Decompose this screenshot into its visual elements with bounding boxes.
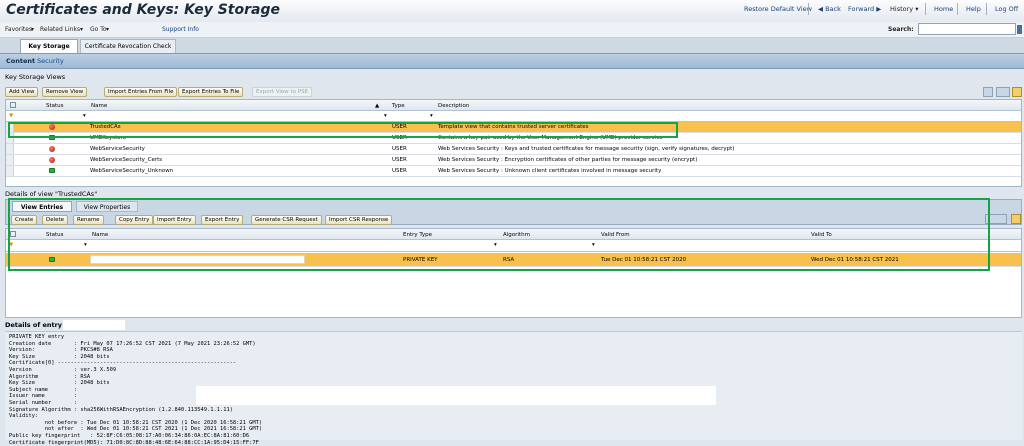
restore-default-view-link[interactable]: Restore Default View <box>744 5 812 13</box>
page-title: Certificates and Keys: Key Storage <box>6 2 280 18</box>
cell-description: Web Services Security : Unknown client c… <box>438 168 661 174</box>
row-selector[interactable] <box>6 166 14 176</box>
column-header-description[interactable]: Description <box>438 103 469 109</box>
tab-strip: Key Storage Certificate Revocation Check <box>0 38 1024 53</box>
sort-icon[interactable]: ▲ <box>375 103 379 109</box>
add-view-button[interactable]: Add View <box>5 87 38 97</box>
import-entries-from-file-button[interactable]: Import Entries From File <box>104 87 177 97</box>
cell-name: WebServiceSecurity_Unknown <box>90 168 173 174</box>
details-of-view-title: Details of view "TrustedCAs" <box>5 190 97 198</box>
table-row[interactable]: WebServiceSecurity_Unknown USER Web Servic… <box>6 166 1021 177</box>
history-menu[interactable]: History ▾ <box>890 5 918 13</box>
column-header-type[interactable]: Type <box>392 103 405 109</box>
select-all-icon[interactable] <box>10 102 16 108</box>
highlight-box <box>8 122 678 138</box>
divider <box>808 3 809 15</box>
entry-line: Certificate[0] -------------------------… <box>9 360 262 367</box>
cell-type: USER <box>392 157 407 163</box>
entry-line: PRIVATE KEY entry <box>9 334 262 341</box>
cell-type: USER <box>392 168 407 174</box>
details-of-entry-title: Details of entry <box>5 321 62 329</box>
cell-description: Web Services Security : Encryption certi… <box>438 157 697 163</box>
cell-type: USER <box>392 146 407 152</box>
chevron-down-icon: ▾ <box>80 26 83 33</box>
search-input[interactable] <box>918 23 1016 35</box>
table-row[interactable]: WebServiceSecurity USER Web Services Secur… <box>6 144 1021 155</box>
chevron-down-icon[interactable]: ▾ <box>430 113 433 119</box>
title-bar: Certificates and Keys: Key Storage Resto… <box>0 0 1024 22</box>
subject-issuer-serial-redacted <box>196 386 716 405</box>
help-link[interactable]: Help <box>966 5 981 13</box>
related-links-menu[interactable]: Related Links <box>40 26 80 33</box>
column-header-status[interactable]: Status <box>46 103 64 109</box>
section-title-key-storage-views: Key Storage Views <box>5 73 65 81</box>
remove-view-button[interactable]: Remove View <box>42 87 87 97</box>
entry-line: Version: : PKCS#8 RSA <box>9 347 262 354</box>
status-red-icon <box>49 146 55 152</box>
entry-line: not after : Wed Dec 01 10:58:21 CST 2021… <box>9 426 262 433</box>
row-selector[interactable] <box>6 155 14 165</box>
favorites-menu[interactable]: Favorites <box>5 26 32 33</box>
table-header: Status Name ▲ Type Description <box>6 100 1021 111</box>
refresh-icon[interactable] <box>983 87 993 97</box>
export-entries-to-file-button[interactable]: Export Entries To File <box>178 87 243 97</box>
entry-details-panel: PRIVATE KEY entryCreation date : Fri May… <box>5 331 1022 440</box>
content-label: Content <box>6 57 35 65</box>
highlight-box <box>8 198 990 271</box>
key-storage-views-table: Status Name ▲ Type Description ▼ ▾ ▾ ▾ T… <box>5 99 1022 187</box>
divider <box>925 3 926 15</box>
filter-icon[interactable] <box>1011 214 1021 224</box>
export-view-to-pse-button[interactable]: Export View to PSE <box>252 87 312 97</box>
chevron-down-icon[interactable]: ▾ <box>384 113 387 119</box>
log-off-link[interactable]: Log Off <box>995 5 1018 13</box>
tab-certificate-revocation-check[interactable]: Certificate Revocation Check <box>80 39 176 53</box>
entry-line: Signature Algorithm : sha256WithRSAEncry… <box>9 407 262 414</box>
search-go-icon[interactable] <box>1017 25 1022 34</box>
cell-name: WebServiceSecurity_Certs <box>90 157 162 163</box>
row-selector[interactable] <box>6 144 14 154</box>
content-security-link[interactable]: Security <box>37 57 64 65</box>
entry-line: Algorithm : RSA <box>9 374 262 381</box>
divider <box>957 3 958 15</box>
filter-icon[interactable]: ▼ <box>9 113 13 119</box>
divider <box>986 3 987 15</box>
forward-button[interactable]: Forward ▶ <box>848 5 881 13</box>
entry-line: Certificate fingerprint(MD5): 71:D0:8C:8… <box>9 440 262 446</box>
cell-description: Web Services Security : Keys and trusted… <box>438 146 734 152</box>
cell-name: WebServiceSecurity <box>90 146 145 152</box>
home-link[interactable]: Home <box>934 5 953 13</box>
chevron-down-icon[interactable]: ▾ <box>83 113 86 119</box>
filter-row: ▼ ▾ ▾ ▾ <box>6 111 1021 122</box>
search-label: Search: <box>888 26 914 33</box>
go-to-menu[interactable]: Go To <box>90 26 107 33</box>
tab-key-storage[interactable]: Key Storage <box>20 39 78 53</box>
entry-line: Creation date : Fri May 07 17:26:52 CST … <box>9 341 262 348</box>
entry-line: Validity: <box>9 413 262 420</box>
menu-bar: Favorites ▾ Related Links ▾ Go To ▾ Supp… <box>0 22 1024 38</box>
content-bar: Content Security <box>0 53 1024 69</box>
table-row[interactable]: WebServiceSecurity_Certs USER Web Services… <box>6 155 1021 166</box>
support-info-link[interactable]: Support Info <box>162 26 199 33</box>
column-header-name[interactable]: Name <box>91 103 107 109</box>
chevron-down-icon: ▾ <box>106 26 109 33</box>
filter-icon[interactable] <box>1012 87 1022 97</box>
chevron-down-icon: ▾ <box>31 26 34 33</box>
entry-line: Public key fingerprint : 52:8F:C6:05:08:… <box>9 433 262 440</box>
back-button[interactable]: ◀ Back <box>818 5 841 13</box>
status-red-icon <box>49 157 55 163</box>
entry-name-redacted <box>63 320 125 330</box>
settings-icon[interactable] <box>996 87 1010 97</box>
status-green-icon <box>49 168 55 173</box>
entry-line: not before : Tue Dec 01 10:58:21 CST 202… <box>9 420 262 427</box>
entry-line: Version : ver.3 X.509 <box>9 367 262 374</box>
entry-line: Key Size : 2048 bits <box>9 354 262 361</box>
